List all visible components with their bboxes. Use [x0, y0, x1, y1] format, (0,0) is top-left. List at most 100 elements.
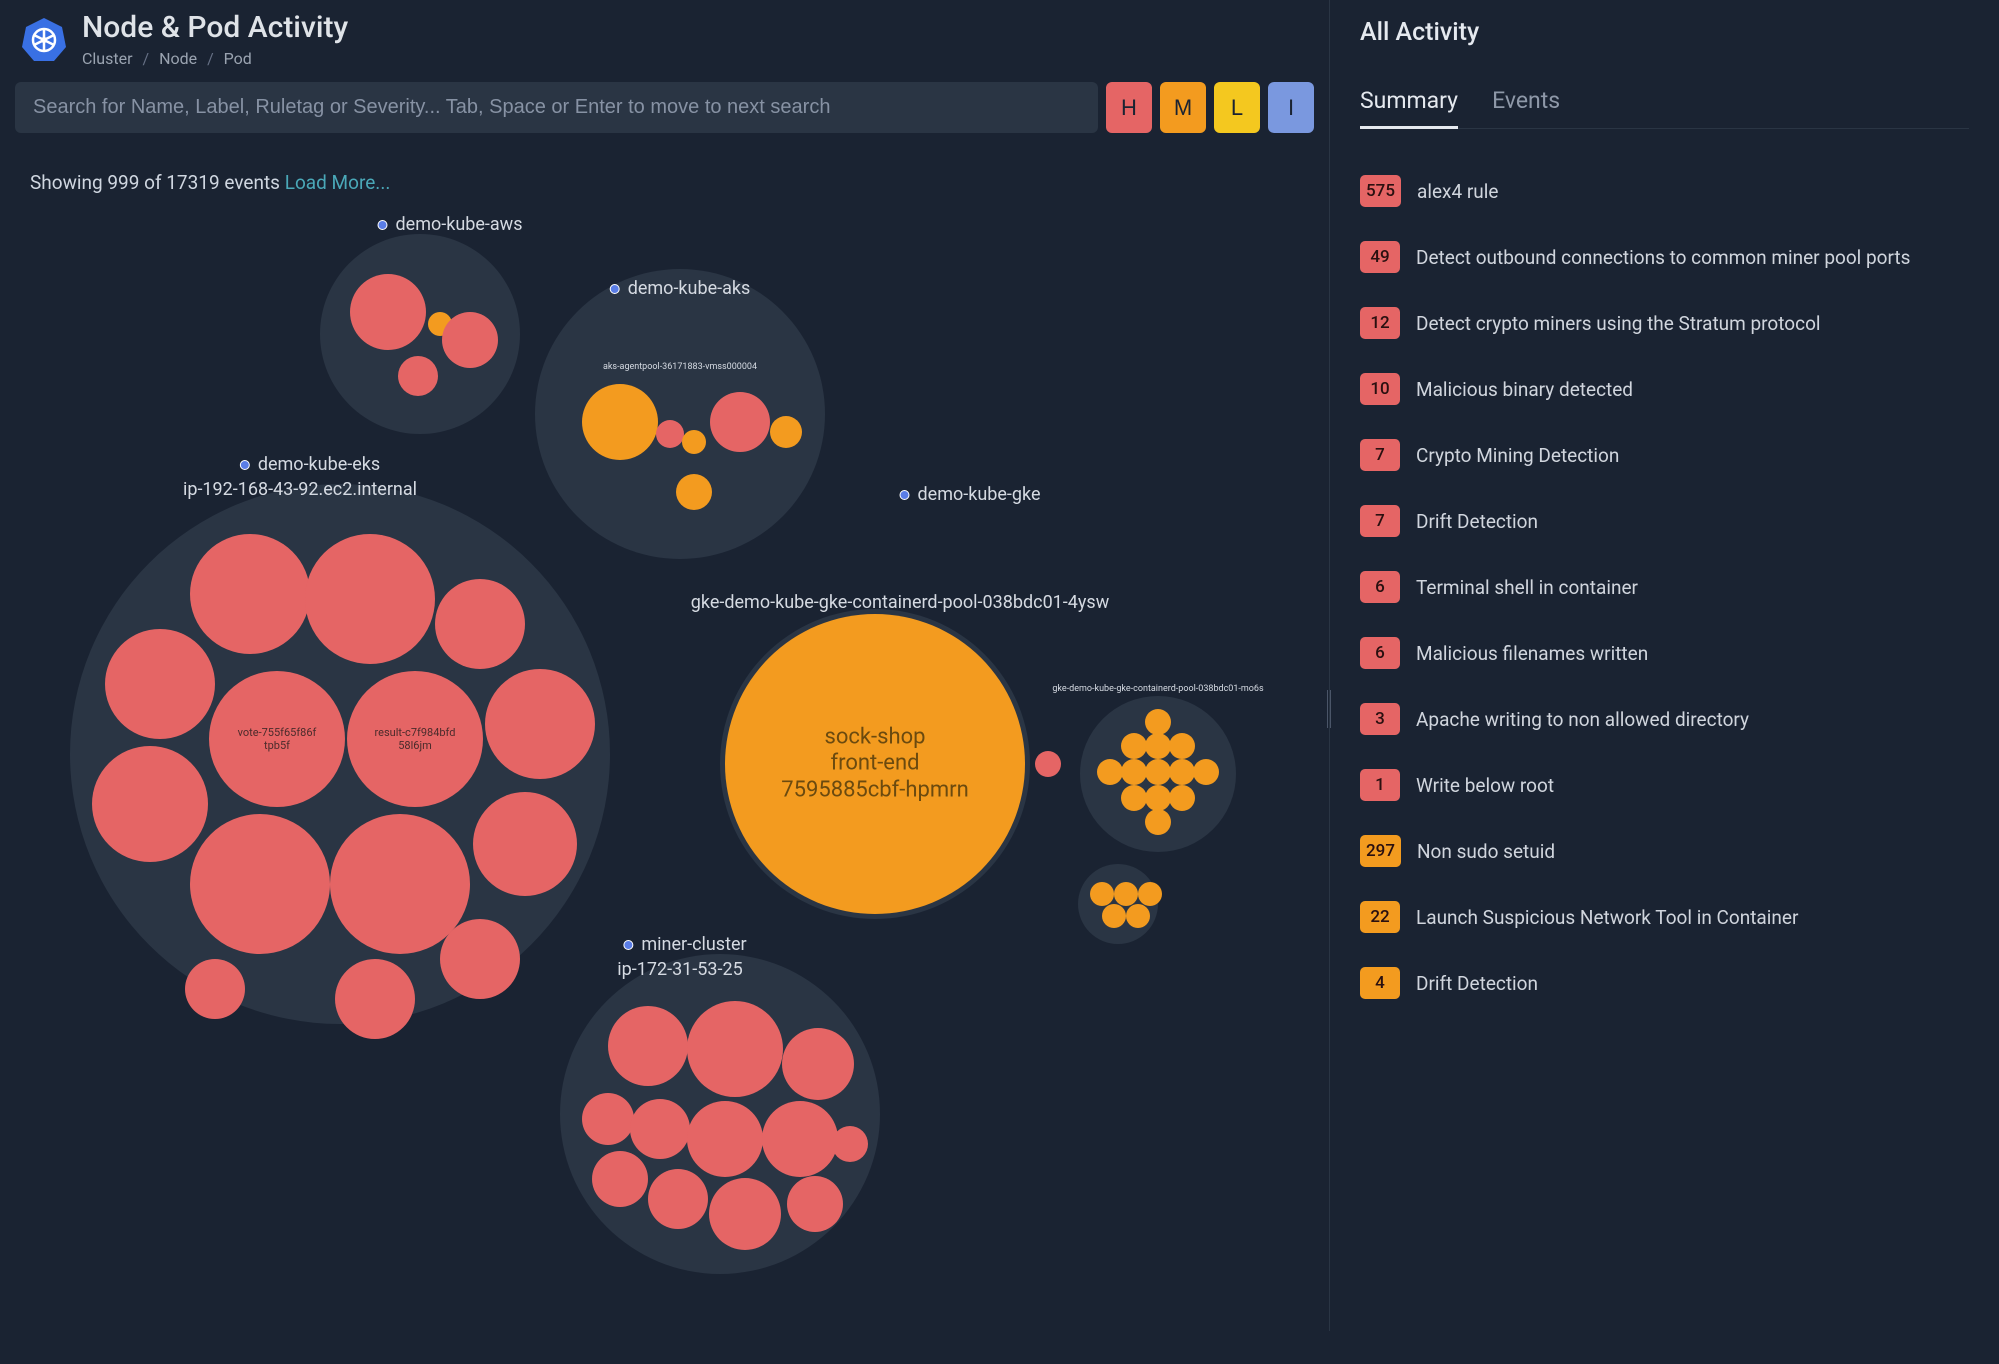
- pod-bubble[interactable]: [485, 669, 595, 779]
- pod-bubble[interactable]: [398, 356, 438, 396]
- activity-item[interactable]: 22 Launch Suspicious Network Tool in Cont…: [1360, 901, 1969, 933]
- pod-bubble[interactable]: [709, 1178, 781, 1250]
- pod-bubble[interactable]: [762, 1101, 838, 1177]
- cluster-dot-icon: [900, 490, 910, 500]
- pod-bubble[interactable]: [630, 1099, 690, 1159]
- pod-bubble[interactable]: [185, 959, 245, 1019]
- breadcrumb[interactable]: Cluster / Node / Pod: [82, 49, 348, 68]
- activity-label: Launch Suspicious Network Tool in Contai…: [1416, 906, 1798, 929]
- pod-bubble[interactable]: [105, 629, 215, 739]
- activity-count-badge: 1: [1360, 769, 1400, 801]
- activity-count-badge: 6: [1360, 637, 1400, 669]
- pod-bubble[interactable]: [608, 1006, 688, 1086]
- cluster-visualization[interactable]: demo-kube-aws demo-kube-aks aks-agentpoo…: [0, 194, 1329, 1364]
- activity-label: Drift Detection: [1416, 510, 1538, 533]
- pod-bubble[interactable]: [92, 746, 208, 862]
- activity-item[interactable]: 49 Detect outbound connections to common …: [1360, 241, 1969, 273]
- activity-item[interactable]: 297Non sudo setuid: [1360, 835, 1969, 867]
- activity-label: Crypto Mining Detection: [1416, 444, 1619, 467]
- pod-bubble[interactable]: [440, 919, 520, 999]
- activity-item[interactable]: 6Malicious filenames written: [1360, 637, 1969, 669]
- activity-count-badge: 22: [1360, 901, 1400, 933]
- activity-item[interactable]: 12Detect crypto miners using the Stratum…: [1360, 307, 1969, 339]
- node-label-aks: aks-agentpool-36171883-vmss000004: [603, 362, 757, 372]
- search-input[interactable]: [15, 82, 1098, 133]
- pod-group-gke-tiny[interactable]: [1078, 864, 1162, 944]
- activity-item[interactable]: 10Malicious binary detected: [1360, 373, 1969, 405]
- activity-count-badge: 7: [1360, 439, 1400, 471]
- pod-bubble[interactable]: [350, 274, 426, 350]
- severity-filter-info[interactable]: I: [1268, 82, 1314, 133]
- pod-bubble[interactable]: [687, 1001, 783, 1097]
- pod-bubble[interactable]: [787, 1176, 843, 1232]
- pod-result[interactable]: [347, 671, 483, 807]
- pod-vote[interactable]: [209, 671, 345, 807]
- pod-bubble[interactable]: [305, 534, 435, 664]
- activity-count-badge: 49: [1360, 241, 1400, 273]
- activity-label: Drift Detection: [1416, 972, 1538, 995]
- pod-bubble[interactable]: [648, 1169, 708, 1229]
- activity-count-badge: 297: [1360, 835, 1401, 867]
- pod-bubble[interactable]: [676, 474, 712, 510]
- pod-sock-shop[interactable]: [725, 614, 1025, 914]
- cluster-label-miner[interactable]: miner-cluster: [623, 934, 746, 955]
- side-tabs: Summary Events: [1360, 87, 1969, 129]
- cluster-dot-icon: [240, 460, 250, 470]
- cluster-dot-icon: [623, 940, 633, 950]
- activity-label: Write below root: [1416, 774, 1554, 797]
- pod-bubble[interactable]: [782, 1028, 854, 1100]
- pod-bubble[interactable]: [190, 814, 330, 954]
- severity-filter-medium[interactable]: M: [1160, 82, 1206, 133]
- activity-count-badge: 575: [1360, 175, 1401, 207]
- pod-bubble[interactable]: [582, 384, 658, 460]
- tab-summary[interactable]: Summary: [1360, 87, 1458, 129]
- activity-count-badge: 6: [1360, 571, 1400, 603]
- panel-resize-handle[interactable]: [1327, 690, 1331, 728]
- activity-item[interactable]: 4 Drift Detection: [1360, 967, 1969, 999]
- pod-bubble[interactable]: [682, 430, 706, 454]
- activity-count-badge: 7: [1360, 505, 1400, 537]
- cluster-label-aks[interactable]: demo-kube-aks: [610, 278, 751, 299]
- pod-bubble[interactable]: [435, 579, 525, 669]
- title-block: Node & Pod Activity Cluster / Node / Pod: [82, 10, 348, 68]
- activity-label: Detect outbound connections to common mi…: [1416, 246, 1910, 269]
- breadcrumb-sep: /: [143, 49, 150, 68]
- activity-item[interactable]: 6 Terminal shell in container: [1360, 571, 1969, 603]
- activity-item[interactable]: 575alex4 rule: [1360, 175, 1969, 207]
- main-panel: Node & Pod Activity Cluster / Node / Pod…: [0, 0, 1329, 1331]
- pod-bubble[interactable]: [335, 959, 415, 1039]
- cluster-aks[interactable]: [535, 269, 825, 559]
- pod-bubble[interactable]: [1035, 751, 1061, 777]
- activity-count-badge: 4: [1360, 967, 1400, 999]
- cluster-label-gke[interactable]: demo-kube-gke: [900, 484, 1041, 505]
- pod-bubble[interactable]: [710, 392, 770, 452]
- cluster-label-aws[interactable]: demo-kube-aws: [377, 214, 522, 235]
- pod-bubble[interactable]: [473, 792, 577, 896]
- pod-bubble[interactable]: [832, 1126, 868, 1162]
- pod-bubble[interactable]: [687, 1101, 763, 1177]
- severity-filter-high[interactable]: H: [1106, 82, 1152, 133]
- severity-filter-low[interactable]: L: [1214, 82, 1260, 133]
- pod-bubble[interactable]: [656, 420, 684, 448]
- activity-label: Terminal shell in container: [1416, 576, 1638, 599]
- pod-bubble[interactable]: [770, 416, 802, 448]
- pod-bubble[interactable]: [582, 1093, 634, 1145]
- side-panel-title: All Activity: [1360, 18, 1969, 47]
- breadcrumb-node[interactable]: Node: [159, 49, 197, 68]
- tab-events[interactable]: Events: [1492, 87, 1560, 128]
- breadcrumb-pod[interactable]: Pod: [224, 49, 252, 68]
- load-more-link[interactable]: Load More...: [285, 171, 391, 194]
- pod-bubble[interactable]: [190, 534, 310, 654]
- breadcrumb-cluster[interactable]: Cluster: [82, 49, 133, 68]
- pod-bubble[interactable]: [330, 814, 470, 954]
- cluster-label-eks[interactable]: demo-kube-eks: [240, 454, 380, 475]
- activity-item[interactable]: 1 Write below root: [1360, 769, 1969, 801]
- breadcrumb-sep: /: [207, 49, 214, 68]
- search-row: H M L I: [0, 70, 1329, 141]
- activity-item[interactable]: 7 Drift Detection: [1360, 505, 1969, 537]
- node-label-eks: ip-192-168-43-92.ec2.internal: [183, 479, 417, 500]
- activity-item[interactable]: 3Apache writing to non allowed directory: [1360, 703, 1969, 735]
- activity-item[interactable]: 7 Crypto Mining Detection: [1360, 439, 1969, 471]
- pod-bubble[interactable]: [592, 1151, 648, 1207]
- pod-bubble[interactable]: [442, 312, 498, 368]
